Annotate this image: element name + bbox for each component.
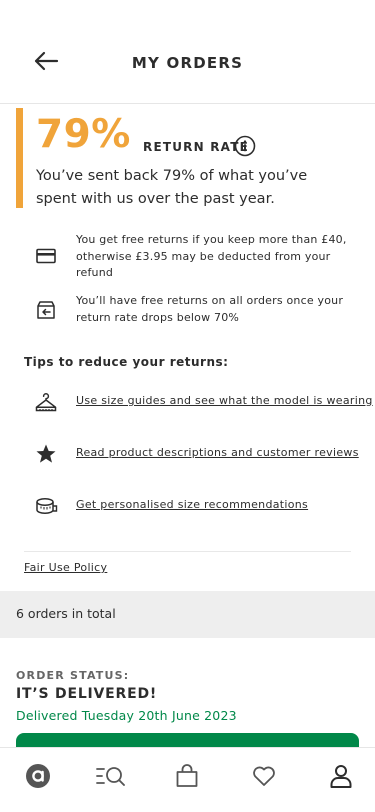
tips-heading: Tips to reduce your returns: <box>24 355 229 369</box>
tape-measure-icon <box>34 494 58 518</box>
info-row-text: You get free returns if you keep more th… <box>76 233 347 279</box>
tip-link[interactable]: Use size guides and see what the model i… <box>76 394 373 407</box>
info-row-text: You’ll have free returns on all orders o… <box>76 294 344 324</box>
tip-product-descriptions[interactable]: Read product descriptions and customer r… <box>0 438 375 468</box>
order-status-button[interactable] <box>16 733 359 747</box>
hanger-icon <box>34 390 58 414</box>
top-bar: MY ORDERS <box>0 0 375 104</box>
info-icon[interactable] <box>234 135 256 157</box>
orders-total: 6 orders in total <box>16 606 116 621</box>
search-icon <box>96 767 125 786</box>
nav-search[interactable] <box>95 762 127 790</box>
fair-use-policy-link[interactable]: Fair Use Policy <box>24 561 107 574</box>
return-box-icon <box>35 299 57 321</box>
info-row-free-returns-threshold: You get free returns if you keep more th… <box>0 232 375 280</box>
tip-link[interactable]: Read product descriptions and customer r… <box>76 446 359 459</box>
bag-icon <box>176 764 198 787</box>
nav-home[interactable] <box>24 762 52 790</box>
nav-bag[interactable] <box>173 762 201 790</box>
user-icon <box>330 765 352 788</box>
asos-logo-icon <box>26 764 50 788</box>
page-title: MY ORDERS <box>131 54 244 72</box>
accent-bar <box>16 108 23 208</box>
divider <box>24 551 351 552</box>
nav-saved[interactable] <box>250 762 278 790</box>
return-rate-section: 79% RETURN RATE You’ve sent back 79% of … <box>0 108 375 208</box>
card-icon <box>35 245 57 267</box>
tip-link[interactable]: Get personalised size recommendations <box>76 498 308 511</box>
tip-size-recommendations[interactable]: Get personalised size recommendations <box>0 490 375 520</box>
order-status-label: ORDER STATUS: <box>16 669 130 682</box>
tip-size-guides[interactable]: Use size guides and see what the model i… <box>0 386 375 416</box>
nav-account[interactable] <box>327 762 355 790</box>
delivery-date: Delivered Tuesday 20th June 2023 <box>16 708 237 723</box>
star-icon <box>34 442 58 466</box>
return-rate-value: 79% <box>36 112 131 157</box>
orders-total-band: 6 orders in total <box>0 591 375 638</box>
heart-icon <box>253 766 275 786</box>
return-rate-description: You’ve sent back 79% of what you’ve spen… <box>36 168 308 207</box>
info-row-return-rate-goal: You’ll have free returns on all orders o… <box>0 293 375 327</box>
bottom-nav <box>0 747 375 812</box>
order-status-title: IT’S DELIVERED! <box>16 686 158 702</box>
